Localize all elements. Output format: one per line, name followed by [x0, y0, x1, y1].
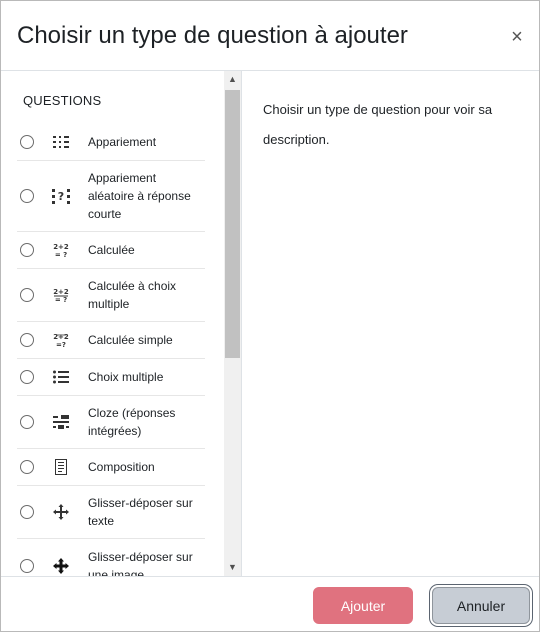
radio-button[interactable] [20, 415, 34, 429]
radio-button[interactable] [20, 288, 34, 302]
list-item-calculee[interactable]: 2+2 = ? Calculée [17, 232, 205, 269]
scroll-up-icon[interactable]: ▲ [224, 71, 241, 88]
list-item-choix-multiple[interactable]: Choix multiple [17, 359, 205, 396]
list-item-appariement[interactable]: Appariement [17, 124, 205, 161]
list-item-appariement-aleatoire[interactable]: ? Appariement aléatoire à réponse courte [17, 161, 205, 232]
random-matching-icon: ? [51, 186, 71, 206]
drag-drop-text-icon [51, 502, 71, 522]
dialog-footer: Ajouter Annuler [1, 576, 539, 631]
list-item-glisser-deposer-texte[interactable]: Glisser-déposer sur texte [17, 486, 205, 539]
close-icon[interactable]: × [505, 25, 529, 49]
radio-button[interactable] [20, 505, 34, 519]
description-text: Choisir un type de question pour voir sa… [263, 102, 493, 147]
radio-button[interactable] [20, 558, 34, 573]
calculated-icon: 2+2 = ? [51, 240, 71, 260]
drag-drop-image-icon [51, 556, 71, 576]
calculated-simple-icon: 2+2 =? [51, 330, 71, 350]
list-item-label: Glisser-déposer sur texte [88, 496, 193, 528]
list-item-calculee-choix-multiple[interactable]: 2+2 = ? Calculée à choix multiple [17, 269, 205, 322]
list-item-composition[interactable]: Composition [17, 449, 205, 486]
scrollbar[interactable]: ▲ ▼ [224, 71, 241, 576]
svg-text:2+2: 2+2 [53, 288, 69, 296]
list-item-glisser-deposer-image[interactable]: Glisser-déposer sur une image [17, 539, 205, 576]
question-type-panel: QUESTIONS Appariement ? Appariement aléa… [1, 71, 242, 576]
add-button[interactable]: Ajouter [313, 587, 413, 624]
cancel-button[interactable]: Annuler [432, 587, 530, 624]
multichoice-icon [51, 367, 71, 387]
list-item-cloze[interactable]: Cloze (réponses intégrées) [17, 396, 205, 449]
list-item-label: Composition [88, 460, 155, 474]
question-chooser-dialog: Choisir un type de question à ajouter × … [0, 0, 540, 632]
radio-button[interactable] [20, 135, 34, 149]
list-item-calculee-simple[interactable]: 2+2 =? Calculée simple [17, 322, 205, 359]
list-item-label: Appariement [88, 135, 157, 149]
list-item-label: Choix multiple [88, 370, 164, 384]
list-item-label: Calculée [88, 243, 135, 257]
svg-text:=?: =? [56, 341, 66, 348]
radio-button[interactable] [20, 333, 34, 347]
description-panel: Choisir un type de question pour voir sa… [242, 71, 539, 576]
list-item-label: Glisser-déposer sur une image [88, 549, 193, 577]
svg-text:2+2: 2+2 [53, 333, 69, 341]
essay-icon [51, 457, 71, 477]
list-item-label: Calculée simple [88, 333, 173, 347]
question-type-list: Appariement ? Appariement aléatoire à ré… [17, 124, 205, 576]
radio-button[interactable] [20, 370, 34, 384]
dialog-header: Choisir un type de question à ajouter × [1, 1, 539, 71]
radio-button[interactable] [20, 460, 34, 474]
list-item-label: Appariement aléatoire à réponse courte [88, 171, 191, 221]
calculated-multichoice-icon: 2+2 = ? [51, 285, 71, 305]
svg-text:?: ? [58, 190, 64, 203]
svg-text:2+2: 2+2 [53, 243, 69, 251]
section-title: QUESTIONS [23, 93, 102, 108]
scrollbar-thumb[interactable] [225, 90, 240, 358]
matching-icon [51, 132, 71, 152]
svg-text:= ?: = ? [55, 251, 67, 258]
cloze-icon [51, 412, 71, 432]
list-item-label: Cloze (réponses intégrées) [88, 406, 176, 438]
dialog-title: Choisir un type de question à ajouter [17, 22, 408, 49]
radio-button[interactable] [20, 243, 34, 257]
scroll-down-icon[interactable]: ▼ [224, 559, 241, 576]
radio-button[interactable] [20, 189, 34, 203]
list-item-label: Calculée à choix multiple [88, 279, 177, 311]
svg-text:= ?: = ? [55, 296, 67, 303]
